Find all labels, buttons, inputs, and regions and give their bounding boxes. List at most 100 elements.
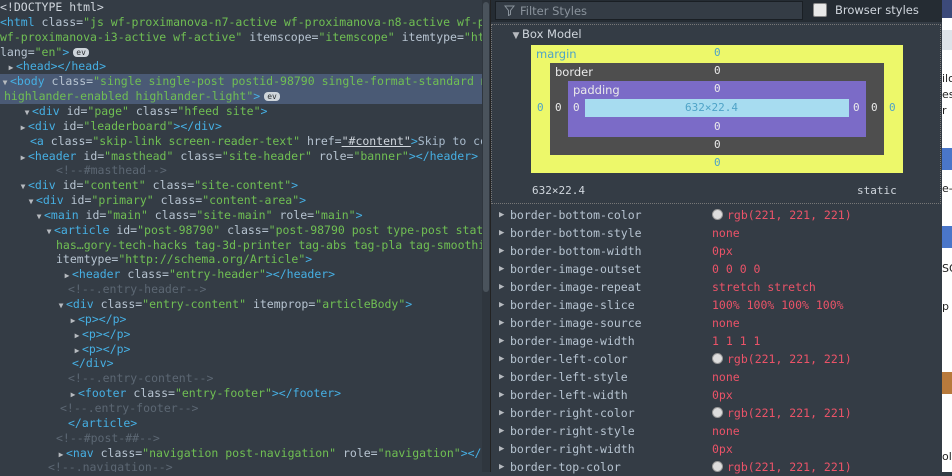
expand-right-icon[interactable]: ▶ xyxy=(499,206,504,224)
markup-node-line[interactable]: ▶ <head></head> xyxy=(0,59,482,74)
expand-right-icon[interactable]: ▶ xyxy=(499,404,504,422)
margin-left-value[interactable]: 0 xyxy=(537,101,544,114)
markup-node-line[interactable]: <!--.entry-content--> xyxy=(0,371,482,386)
markup-node-line[interactable]: <!--#post-##--> xyxy=(0,431,482,446)
expand-right-icon[interactable]: ▶ xyxy=(6,60,16,75)
expand-right-icon[interactable]: ▶ xyxy=(499,314,504,332)
computed-property-row[interactable]: ▶ border-left-style none xyxy=(491,368,943,386)
color-swatch[interactable] xyxy=(712,353,723,364)
computed-property-row[interactable]: ▶ border-image-width 1 1 1 1 xyxy=(491,332,943,350)
markup-node-line[interactable]: <!--.entry-footer--> xyxy=(0,401,482,416)
computed-property-row[interactable]: ▶ border-image-outset 0 0 0 0 xyxy=(491,260,943,278)
computed-property-row[interactable]: ▶ border-left-color rgb(221, 221, 221) xyxy=(491,350,943,368)
expand-right-icon[interactable]: ▶ xyxy=(499,422,504,440)
expand-right-icon[interactable]: ▶ xyxy=(499,458,504,476)
expand-right-icon[interactable]: ▶ xyxy=(18,150,28,165)
markup-node-line[interactable]: ▶ <nav class="navigation post-navigation"… xyxy=(0,446,490,462)
markup-node-line[interactable]: ▶ <p></p> xyxy=(0,312,482,327)
expand-right-icon[interactable]: ▶ xyxy=(499,332,504,350)
browser-styles-label[interactable]: Browser styles xyxy=(835,3,919,17)
expand-right-icon[interactable]: ▶ xyxy=(499,386,504,404)
expand-right-icon[interactable]: ▶ xyxy=(499,278,504,296)
expand-down-icon[interactable]: ▼ xyxy=(0,75,10,90)
browser-styles-checkbox[interactable] xyxy=(813,3,827,17)
color-swatch[interactable] xyxy=(712,461,723,472)
markup-node-line[interactable]: ▶ <div id="leaderboard"></div> xyxy=(0,119,482,134)
computed-property-row[interactable]: ▶ border-left-width 0px xyxy=(491,386,943,404)
expand-right-icon[interactable]: ▶ xyxy=(499,368,504,386)
markup-node-line[interactable]: ▼ <main id="main" class="site-main" role=… xyxy=(0,208,482,223)
color-swatch[interactable] xyxy=(712,407,723,418)
expand-down-icon[interactable]: ▼ xyxy=(18,179,28,194)
margin-top-value[interactable]: 0 xyxy=(714,46,721,59)
color-swatch[interactable] xyxy=(712,209,723,220)
markup-node-line[interactable]: ▼ <div id="primary" class="content-area"> xyxy=(0,193,482,208)
markup-node-line[interactable]: ▶ <footer class="entry-footer"></footer> xyxy=(0,386,482,401)
markup-node-line[interactable]: ▶ <p></p> xyxy=(0,327,482,342)
markup-node-line[interactable]: itemtype="http://schema.org/Article"> xyxy=(0,252,482,267)
computed-property-row[interactable]: ▶ border-image-source none xyxy=(491,314,943,332)
event-badge[interactable]: ev xyxy=(73,47,89,57)
computed-property-row[interactable]: ▶ border-top-color rgb(221, 221, 221) xyxy=(491,458,943,476)
markup-panel[interactable]: <!DOCTYPE html> <html class="js wf-proxim… xyxy=(0,0,490,472)
markup-node-line[interactable]: <!--#masthead--> xyxy=(0,163,482,178)
markup-node-line[interactable]: <!--.entry-header--> xyxy=(0,282,482,297)
expand-right-icon[interactable]: ▶ xyxy=(499,224,504,242)
expand-right-icon[interactable]: ▶ xyxy=(68,387,78,402)
expand-right-icon[interactable]: ▶ xyxy=(499,260,504,278)
border-top-value[interactable]: 0 xyxy=(714,64,721,77)
markup-node-line[interactable]: ▼ <body class="single single-post postid-… xyxy=(0,74,488,90)
expand-right-icon[interactable]: ▶ xyxy=(72,343,82,358)
expand-down-icon[interactable]: ▼ xyxy=(56,298,66,313)
markup-node-line[interactable]: highlander-enabled highlander-light"> ev xyxy=(0,89,482,105)
markup-node-line[interactable]: wf-proximanova-i3-active wf-active" item… xyxy=(0,30,490,45)
computed-property-row[interactable]: ▶ border-image-repeat stretch stretch xyxy=(491,278,943,296)
markup-node-line[interactable]: ▼ <article id="post-98790" class="post-98… xyxy=(0,223,484,239)
expand-down-icon[interactable]: ▼ xyxy=(26,194,36,209)
expand-right-icon[interactable]: ▶ xyxy=(499,296,504,314)
markup-node-line[interactable]: ▼ <div id="content" class="site-content"> xyxy=(0,178,482,193)
markup-node-line[interactable]: ▼ <div id="page" class="hfeed site"> xyxy=(0,104,482,119)
computed-property-row[interactable]: ▶ border-right-style none xyxy=(491,422,943,440)
markup-node-line[interactable]: </div> xyxy=(0,356,482,371)
expand-right-icon[interactable]: ▶ xyxy=(18,120,28,135)
border-right-value[interactable]: 0 xyxy=(871,101,878,114)
expand-down-icon[interactable]: ▼ xyxy=(34,209,44,224)
markup-node-line[interactable]: <!--.navigation--> xyxy=(0,460,482,472)
markup-node-line[interactable]: ▶ <header class="entry-header"></header> xyxy=(0,267,482,282)
markup-node-line[interactable]: <a class="skip-link screen-reader-text" … xyxy=(0,134,487,149)
border-left-value[interactable]: 0 xyxy=(555,101,562,114)
markup-node-line[interactable]: has…gory-tech-hacks tag-3d-printer tag-a… xyxy=(0,238,485,253)
padding-bottom-value[interactable]: 0 xyxy=(714,120,721,133)
expand-down-icon[interactable]: ▼ xyxy=(44,224,54,239)
expand-right-icon[interactable]: ▶ xyxy=(499,350,504,368)
expand-right-icon[interactable]: ▶ xyxy=(56,447,66,462)
computed-property-row[interactable]: ▶ border-right-width 0px xyxy=(491,440,943,458)
box-model-title[interactable]: ▼ Box Model xyxy=(510,27,582,41)
event-badge[interactable]: ev xyxy=(264,92,280,102)
expand-right-icon[interactable]: ▶ xyxy=(72,328,82,343)
markup-node-line[interactable]: ▼ <div class="entry-content" itemprop="ar… xyxy=(0,297,482,312)
expand-right-icon[interactable]: ▶ xyxy=(499,440,504,458)
computed-property-row[interactable]: ▶ border-bottom-style none xyxy=(491,224,943,242)
computed-property-row[interactable]: ▶ border-image-slice 100% 100% 100% 100% xyxy=(491,296,943,314)
expand-down-icon[interactable]: ▼ xyxy=(22,105,32,120)
padding-right-value[interactable]: 0 xyxy=(853,101,860,114)
markup-node-line[interactable]: <!DOCTYPE html> xyxy=(0,0,482,15)
computed-property-row[interactable]: ▶ border-bottom-width 0px xyxy=(491,242,943,260)
border-bottom-value[interactable]: 0 xyxy=(714,138,721,151)
markup-node-line[interactable]: </article> xyxy=(0,416,482,431)
margin-bottom-value[interactable]: 0 xyxy=(714,156,721,169)
markup-node-line[interactable]: <html class="js wf-proximanova-n7-active… xyxy=(0,15,490,30)
markup-node-line[interactable]: lang="en"> ev xyxy=(0,45,482,60)
padding-left-value[interactable]: 0 xyxy=(573,101,580,114)
computed-property-row[interactable]: ▶ border-right-color rgb(221, 221, 221) xyxy=(491,404,943,422)
margin-right-value[interactable]: 0 xyxy=(889,101,896,114)
computed-property-row[interactable]: ▶ border-bottom-color rgb(221, 221, 221) xyxy=(491,206,943,224)
filter-styles-input[interactable]: Filter Styles xyxy=(495,1,803,20)
expand-right-icon[interactable]: ▶ xyxy=(62,268,72,283)
markup-node-line[interactable]: ▶ <header id="masthead" class="site-heade… xyxy=(0,149,482,164)
expand-right-icon[interactable]: ▶ xyxy=(499,242,504,260)
padding-top-value[interactable]: 0 xyxy=(714,82,721,95)
markup-scrollbar-thumb[interactable] xyxy=(483,2,489,292)
